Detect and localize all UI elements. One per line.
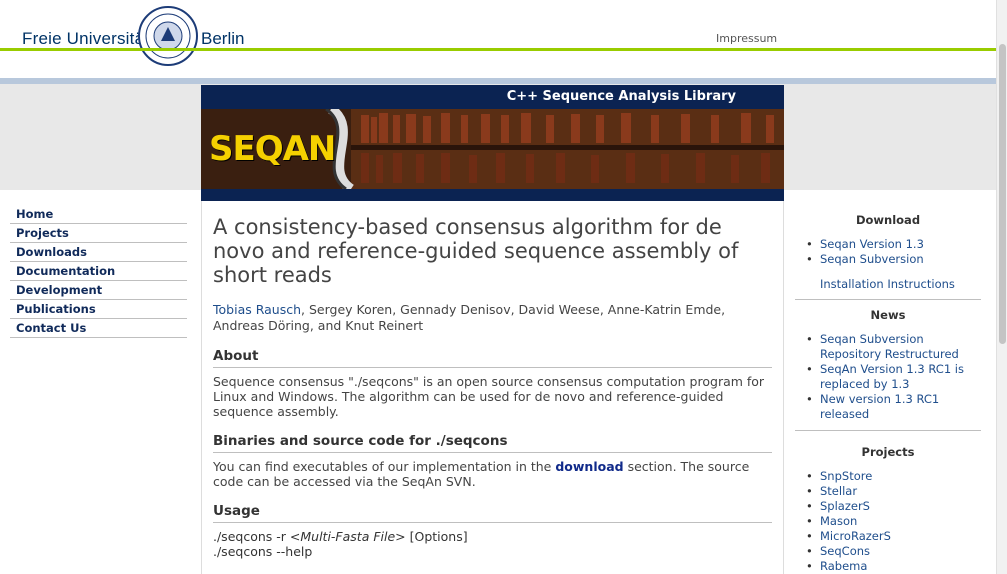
binaries-text-1: You can find executables of our implemen…: [213, 459, 556, 474]
download-list: Seqan Version 1.3 Seqan Subversion: [795, 237, 981, 267]
vertical-scrollbar[interactable]: [996, 0, 1007, 574]
banner-topbar: C++ Sequence Analysis Library: [201, 85, 784, 109]
nav-item-home[interactable]: Home: [10, 205, 187, 224]
about-heading: About: [213, 348, 772, 368]
fu-logo-text-left[interactable]: Freie Universität: [22, 29, 149, 49]
fu-logo-text-right[interactable]: Berlin: [201, 29, 244, 49]
nav-item-publications[interactable]: Publications: [10, 300, 187, 319]
news-heading: News: [870, 308, 906, 322]
nav-item-contact-us[interactable]: Contact Us: [10, 319, 187, 338]
project-item[interactable]: SplazerS: [795, 499, 981, 514]
about-text: Sequence consensus "./seqcons" is an ope…: [213, 374, 765, 419]
news-item[interactable]: SeqAn Version 1.3 RC1 is replaced by 1.3: [795, 362, 981, 392]
green-divider: [0, 48, 1007, 51]
banner-bottombar: [201, 189, 784, 201]
left-navigation: Home Projects Downloads Documentation De…: [10, 205, 187, 338]
site-header: Freie Universität Berlin Impressum: [0, 0, 1007, 84]
usage-line-1-em: Multi-Fasta File: [300, 529, 396, 544]
usage-line-1: ./seqcons -r <Multi-Fasta File> [Options…: [213, 529, 772, 544]
main-content: A consistency-based consensus algorithm …: [201, 201, 784, 574]
usage-line-1-b: > [Options]: [395, 529, 468, 544]
project-item[interactable]: SnpStore: [795, 469, 981, 484]
download-link[interactable]: download: [555, 459, 623, 474]
banner-caption: C++ Sequence Analysis Library: [506, 89, 736, 104]
nav-item-downloads[interactable]: Downloads: [10, 243, 187, 262]
scrollbar-thumb[interactable]: [999, 44, 1006, 344]
download-heading: Download: [855, 213, 921, 227]
usage-heading: Usage: [213, 503, 772, 523]
projects-heading: Projects: [861, 445, 915, 459]
download-item[interactable]: Seqan Subversion: [795, 252, 981, 267]
authors: Tobias Rausch, Sergey Koren, Gennady Den…: [213, 302, 772, 334]
news-item[interactable]: Seqan Subversion Repository Restructured: [795, 332, 981, 362]
project-item[interactable]: MicroRazerS: [795, 529, 981, 544]
download-item[interactable]: Seqan Version 1.3: [795, 237, 981, 252]
sidebar-divider: [795, 299, 981, 300]
installation-instructions-link[interactable]: Installation Instructions: [795, 277, 981, 291]
page-title: A consistency-based consensus algorithm …: [213, 215, 739, 287]
right-sidebar: Download Seqan Version 1.3 Seqan Subvers…: [795, 205, 981, 574]
nav-item-development[interactable]: Development: [10, 281, 187, 300]
usage-line-2: ./seqcons --help: [213, 544, 313, 559]
nav-item-documentation[interactable]: Documentation: [10, 262, 187, 281]
seqan-logo-text[interactable]: SEQAN: [209, 129, 336, 169]
author-link[interactable]: Tobias Rausch: [213, 302, 301, 317]
fu-seal-icon[interactable]: [137, 5, 199, 67]
project-item[interactable]: Rabema: [795, 559, 981, 574]
project-item[interactable]: SeqCons: [795, 544, 981, 559]
usage-code: ./seqcons -r <Multi-Fasta File> [Options…: [213, 529, 772, 559]
nav-item-projects[interactable]: Projects: [10, 224, 187, 243]
project-item[interactable]: Stellar: [795, 484, 981, 499]
binaries-text: You can find executables of our implemen…: [213, 459, 772, 489]
binaries-heading: Binaries and source code for ./seqcons: [213, 433, 772, 453]
projects-list: SnpStore Stellar SplazerS Mason MicroRaz…: [795, 469, 981, 574]
news-list: Seqan Subversion Repository Restructured…: [795, 332, 981, 422]
seqan-banner: C++ Sequence Analysis Library SEQAN: [201, 85, 784, 201]
usage-line-1-a: ./seqcons -r <: [213, 529, 301, 544]
news-item[interactable]: New version 1.3 RC1 released: [795, 392, 981, 422]
sidebar-divider: [795, 430, 981, 431]
impressum-link[interactable]: Impressum: [716, 32, 777, 45]
project-item[interactable]: Mason: [795, 514, 981, 529]
